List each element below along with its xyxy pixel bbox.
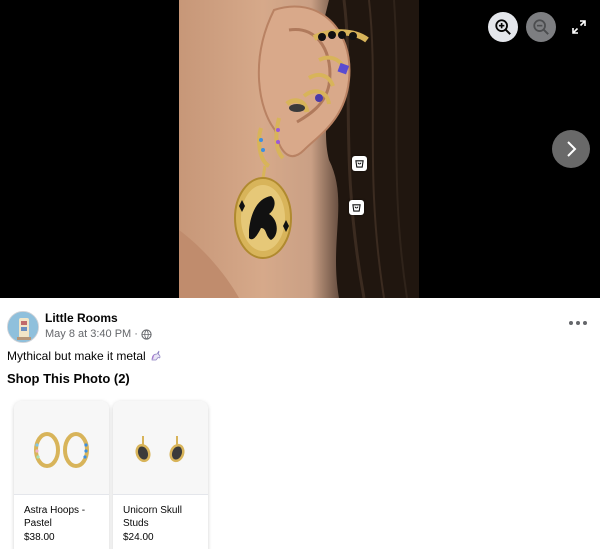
page-name[interactable]: Little Rooms xyxy=(45,311,118,325)
fullscreen-button[interactable] xyxy=(566,12,592,42)
photo-viewer xyxy=(0,0,600,298)
shopping-bag-icon xyxy=(355,160,364,168)
meta-separator: · xyxy=(134,328,138,340)
caption-text: Mythical but make it metal xyxy=(7,349,146,363)
product-price: $24.00 xyxy=(123,532,154,543)
more-horizontal-icon-dot xyxy=(576,321,580,325)
product-tag-1[interactable] xyxy=(352,156,367,171)
product-photo[interactable] xyxy=(179,0,419,298)
product-price: $38.00 xyxy=(24,532,55,543)
zoom-in-icon xyxy=(495,19,511,35)
page-avatar[interactable] xyxy=(7,311,39,343)
fullscreen-icon xyxy=(572,20,586,34)
zoom-out-icon xyxy=(533,19,549,35)
product-list: Astra Hoops - Pastel $38.00 Unicorn Skul… xyxy=(14,401,594,549)
ear-jewelry-illustration xyxy=(179,0,419,298)
product-name: Astra Hoops - Pastel xyxy=(24,505,86,529)
shop-this-photo-heading: Shop This Photo (2) xyxy=(7,371,130,386)
product-tag-2[interactable] xyxy=(349,200,364,215)
avatar-image xyxy=(8,312,38,342)
shopping-bag-icon xyxy=(352,204,361,212)
post-timestamp[interactable]: May 8 at 3:40 PM xyxy=(45,328,131,340)
more-horizontal-icon xyxy=(569,321,573,325)
product-name: Unicorn Skull Studs xyxy=(123,505,182,529)
hoop-earrings-image xyxy=(34,432,89,468)
more-options-button[interactable] xyxy=(569,317,587,329)
unicorn-emoji xyxy=(151,350,161,361)
product-card-astra-hoops[interactable]: Astra Hoops - Pastel $38.00 xyxy=(14,401,109,549)
post-caption: Mythical but make it metal xyxy=(7,349,162,363)
product-image xyxy=(113,401,208,495)
stud-earrings-image xyxy=(135,436,185,463)
more-horizontal-icon-dot xyxy=(583,321,587,325)
globe-icon xyxy=(141,328,152,340)
next-photo-button[interactable] xyxy=(552,130,590,168)
post-meta: May 8 at 3:40 PM · xyxy=(45,328,152,340)
post-header: Little Rooms May 8 at 3:40 PM · xyxy=(7,311,593,345)
zoom-out-button[interactable] xyxy=(526,12,556,42)
chevron-right-icon xyxy=(567,141,577,157)
zoom-in-button[interactable] xyxy=(488,12,518,42)
product-image xyxy=(14,401,109,495)
product-card-unicorn-skull-studs[interactable]: Unicorn Skull Studs $24.00 xyxy=(113,401,208,549)
